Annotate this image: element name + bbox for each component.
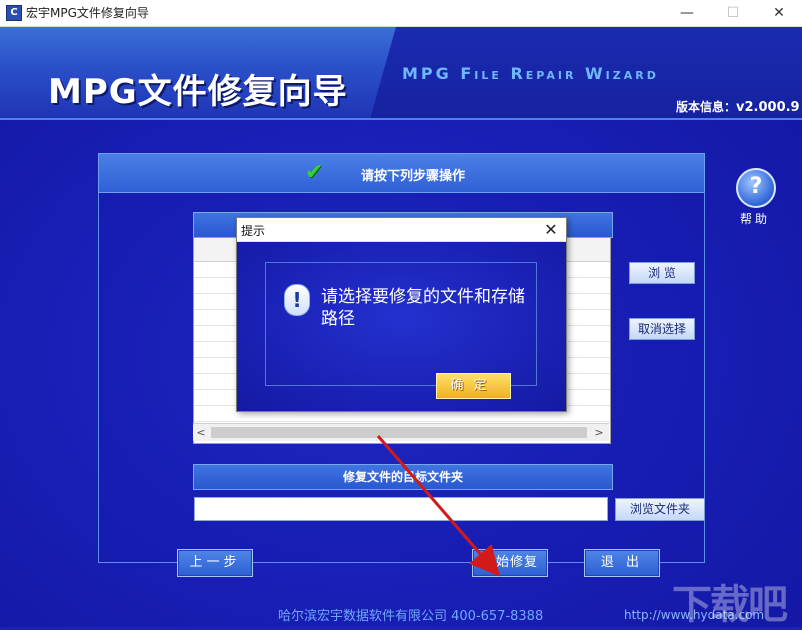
window-title: 宏宇MPG文件修复向导	[26, 6, 149, 20]
maximize-button[interactable]: ☐	[710, 0, 756, 26]
prev-step-button[interactable]: 上一步	[177, 549, 253, 577]
horizontal-scrollbar[interactable]: < >	[193, 423, 609, 441]
help-label[interactable]: 帮助	[740, 210, 770, 227]
dialog-title: 提示	[241, 224, 266, 238]
banner-divider	[0, 118, 802, 120]
browse-folder-button[interactable]: 浏览文件夹	[615, 498, 705, 521]
check-icon: ✔	[305, 160, 324, 185]
cancel-select-button[interactable]: 取消选择	[629, 318, 695, 340]
banner-title: MPG文件修复向导	[48, 72, 348, 112]
dialog-titlebar: 提示 ✕	[237, 218, 566, 242]
footer-company: 哈尔滨宏宇数据软件有限公司 400-657-8388	[278, 609, 544, 624]
scroll-left-icon[interactable]: <	[193, 424, 209, 441]
watermark: 下载吧	[672, 582, 788, 628]
app-icon: C	[6, 5, 22, 21]
target-folder-input[interactable]	[194, 497, 608, 521]
alert-dialog: 提示 ✕ ! 请选择要修复的文件和存储路径 确定	[236, 217, 567, 412]
warning-icon: !	[284, 284, 310, 316]
ok-button[interactable]: 确定	[436, 373, 511, 399]
dialog-body: ! 请选择要修复的文件和存储路径 确定	[237, 242, 566, 411]
close-button[interactable]: ✕	[756, 0, 802, 26]
start-repair-button[interactable]: 开始修复	[472, 549, 548, 577]
window-titlebar: C 宏宇MPG文件修复向导 — ☐ ✕	[0, 0, 802, 27]
scroll-right-icon[interactable]: >	[591, 424, 607, 441]
browse-button[interactable]: 浏 览	[629, 262, 695, 284]
help-icon[interactable]: ?	[736, 168, 776, 208]
dialog-close-icon[interactable]: ✕	[537, 218, 565, 241]
version-label: 版本信息：	[676, 100, 737, 114]
version-info: 版本信息：v2.000.9	[676, 98, 800, 115]
scroll-thumb[interactable]	[211, 427, 587, 438]
minimize-button[interactable]: —	[664, 0, 710, 26]
target-folder-header: 修复文件的目标文件夹	[193, 464, 613, 490]
exit-button[interactable]: 退 出	[584, 549, 660, 577]
version-value: v2.000.9	[736, 100, 800, 115]
dialog-message: 请选择要修复的文件和存储路径	[321, 287, 525, 329]
banner-subtitle: MPG File Repair Wizard	[402, 64, 659, 83]
panel-title: 请按下列步骤操作	[361, 169, 466, 184]
